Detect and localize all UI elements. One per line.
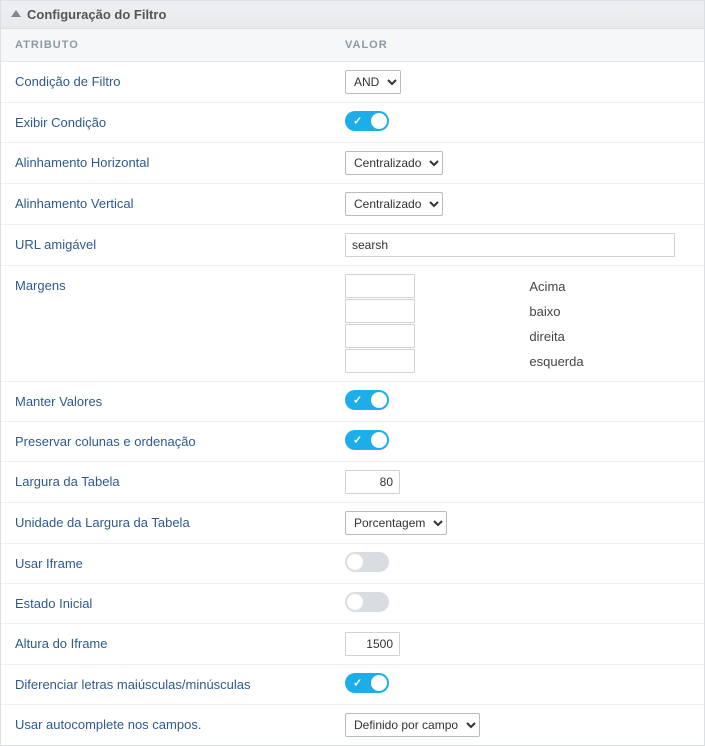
column-headers: ATRIBUTO VALOR: [1, 29, 704, 62]
collapse-icon: [11, 10, 21, 17]
input-friendly-url[interactable]: [345, 233, 675, 257]
label-keep-values: Manter Valores: [1, 382, 331, 421]
input-margin-top[interactable]: [345, 274, 415, 298]
row-h-align: Alinhamento Horizontal Centralizado: [1, 143, 704, 184]
input-margin-left[interactable]: [345, 349, 415, 373]
select-autocomplete[interactable]: Definido por campo: [345, 713, 480, 737]
toggle-initial-state[interactable]: [345, 592, 389, 612]
select-filter-condition[interactable]: AND: [345, 70, 401, 94]
input-table-width[interactable]: [345, 470, 400, 494]
label-table-width: Largura da Tabela: [1, 462, 331, 501]
select-h-align[interactable]: Centralizado: [345, 151, 443, 175]
row-iframe-height: Altura do Iframe: [1, 624, 704, 665]
column-header-val: VALOR: [331, 29, 704, 61]
row-friendly-url: URL amigável: [1, 225, 704, 266]
column-header-attr: ATRIBUTO: [1, 29, 331, 61]
toggle-preserve-cols[interactable]: [345, 430, 389, 450]
label-use-iframe: Usar Iframe: [1, 544, 331, 583]
select-table-width-unit[interactable]: Porcentagem: [345, 511, 447, 535]
label-preserve-cols: Preservar colunas e ordenação: [1, 422, 331, 461]
label-margin-bottom: baixo: [529, 304, 690, 319]
label-margin-top: Acima: [529, 279, 690, 294]
toggle-use-iframe[interactable]: [345, 552, 389, 572]
label-case-sensitive: Diferenciar letras maiúsculas/minúsculas: [1, 665, 331, 704]
label-margins: Margens: [1, 266, 331, 305]
label-v-align: Alinhamento Vertical: [1, 184, 331, 223]
row-filter-condition: Condição de Filtro AND: [1, 62, 704, 103]
toggle-keep-values[interactable]: [345, 390, 389, 410]
label-margin-right: direita: [529, 329, 690, 344]
label-show-condition: Exibir Condição: [1, 103, 331, 142]
row-keep-values: Manter Valores: [1, 382, 704, 422]
label-table-width-unit: Unidade da Largura da Tabela: [1, 503, 331, 542]
row-initial-state: Estado Inicial: [1, 584, 704, 624]
row-autocomplete: Usar autocomplete nos campos. Definido p…: [1, 705, 704, 745]
select-v-align[interactable]: Centralizado: [345, 192, 443, 216]
panel-header[interactable]: Configuração do Filtro: [1, 1, 704, 29]
row-table-width: Largura da Tabela: [1, 462, 704, 503]
row-use-iframe: Usar Iframe: [1, 544, 704, 584]
label-friendly-url: URL amigável: [1, 225, 331, 264]
input-iframe-height[interactable]: [345, 632, 400, 656]
row-margins: Margens Acima baixo direita esquerda: [1, 266, 704, 382]
label-h-align: Alinhamento Horizontal: [1, 143, 331, 182]
input-margin-right[interactable]: [345, 324, 415, 348]
toggle-case-sensitive[interactable]: [345, 673, 389, 693]
label-margin-left: esquerda: [529, 354, 690, 369]
toggle-show-condition[interactable]: [345, 111, 389, 131]
label-filter-condition: Condição de Filtro: [1, 62, 331, 101]
label-iframe-height: Altura do Iframe: [1, 624, 331, 663]
label-autocomplete: Usar autocomplete nos campos.: [1, 705, 331, 744]
filter-config-panel: Configuração do Filtro ATRIBUTO VALOR Co…: [0, 0, 705, 746]
row-preserve-cols: Preservar colunas e ordenação: [1, 422, 704, 462]
row-case-sensitive: Diferenciar letras maiúsculas/minúsculas: [1, 665, 704, 705]
row-table-width-unit: Unidade da Largura da Tabela Porcentagem: [1, 503, 704, 544]
row-v-align: Alinhamento Vertical Centralizado: [1, 184, 704, 225]
label-initial-state: Estado Inicial: [1, 584, 331, 623]
panel-title: Configuração do Filtro: [27, 7, 166, 22]
row-show-condition: Exibir Condição: [1, 103, 704, 143]
input-margin-bottom[interactable]: [345, 299, 415, 323]
